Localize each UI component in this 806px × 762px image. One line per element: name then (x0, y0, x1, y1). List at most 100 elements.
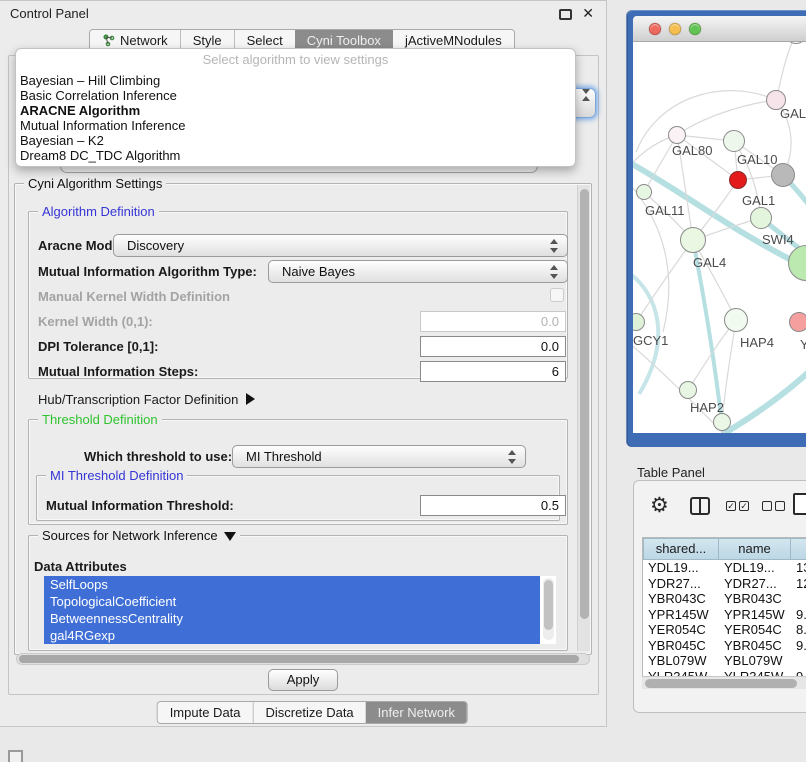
dropdown-item[interactable]: Mutual Information Inference (16, 118, 575, 133)
table-panel-title: Table Panel (637, 465, 705, 480)
table-panel-window: ⚙ ✓ ✓ shared... name A YDL19...YDL19...1… (633, 480, 806, 713)
table-row[interactable]: YER054CYER054C8. (643, 622, 806, 638)
combo-value: Discovery (127, 238, 184, 253)
node-label: GAL11 (645, 203, 685, 218)
network-view-window[interactable]: GAL GAL80 GAL10 GAL1 GAL11 SWI4 GAL4 GCY… (626, 10, 806, 447)
split-columns-icon[interactable] (690, 497, 710, 515)
network-icon (102, 34, 115, 47)
document-icon[interactable] (793, 493, 806, 515)
network-window-titlebar[interactable] (633, 16, 806, 42)
close-icon[interactable]: ✕ (582, 5, 594, 22)
settings-vertical-scrollbar[interactable] (577, 185, 590, 651)
which-threshold-label: Which threshold to use: (84, 449, 232, 464)
dropdown-item[interactable]: Bayesian – Hill Climbing (16, 73, 575, 88)
group-title: Threshold Definition (38, 412, 162, 427)
node-gal10[interactable] (723, 130, 745, 152)
dpi-tolerance-field[interactable]: 0.0 (420, 336, 566, 357)
table-toolbar: ⚙ ✓ ✓ (634, 481, 806, 537)
hub-section-toggle[interactable]: Hub/Transcription Factor Definition (38, 392, 255, 407)
dropdown-item-selected[interactable]: ARACNE Algorithm (16, 103, 575, 118)
apply-button[interactable]: Apply (268, 669, 338, 691)
manual-kernel-checkbox[interactable] (550, 288, 564, 302)
select-all-columns-icon[interactable]: ✓ ✓ (726, 501, 749, 511)
dropdown-item[interactable]: Basic Correlation Inference (16, 88, 575, 103)
node-label: GAL (780, 106, 806, 121)
network-canvas[interactable]: GAL GAL80 GAL10 GAL1 GAL11 SWI4 GAL4 GCY… (633, 42, 806, 433)
tab-label: Style (193, 33, 222, 48)
node-gal1-selected[interactable] (729, 171, 747, 189)
table-row[interactable]: YBR045CYBR045C9. (643, 638, 806, 654)
settings-horizontal-scrollbar[interactable] (16, 653, 590, 665)
unselect-all-columns-icon[interactable] (762, 501, 785, 511)
table-row[interactable]: YBL079WYBL079W (643, 653, 806, 669)
control-panel-title: Control Panel (10, 6, 89, 21)
node-gal4[interactable] (680, 227, 706, 253)
minimize-traffic-light[interactable] (669, 23, 681, 35)
mi-steps-label: Mutual Information Steps: (38, 364, 198, 379)
node-label: Y (800, 337, 806, 352)
attribute-item-selected[interactable]: TopologicalCoefficient (44, 593, 540, 610)
tab-label: Cyni Toolbox (307, 33, 381, 48)
gear-icon[interactable]: ⚙ (650, 495, 669, 517)
mi-threshold-field[interactable]: 0.5 (420, 495, 566, 516)
node-unlabeled-bottom[interactable] (713, 413, 731, 431)
which-threshold-combo[interactable]: MI Threshold (232, 445, 526, 468)
algorithm-dropdown-popup: Select algorithm to view settings Bayesi… (15, 48, 576, 167)
control-panel-window: Control Panel ✕ Network Style Select Cyn… (0, 0, 607, 727)
zoom-traffic-light[interactable] (689, 23, 701, 35)
node-label: HAP4 (740, 335, 774, 350)
node-label: HAP2 (690, 400, 724, 415)
spinner-arrows-icon (550, 264, 559, 280)
aracne-mode-label: Aracne Mode: (38, 238, 124, 253)
dropdown-prompt: Select algorithm to view settings (16, 49, 575, 73)
collapse-right-icon (246, 393, 255, 405)
node-label: SWI4 (762, 232, 794, 247)
node-y-partial[interactable] (789, 312, 806, 332)
column-header-shared-name[interactable]: shared... (643, 538, 719, 560)
table-horizontal-scrollbar[interactable] (642, 676, 806, 689)
table-row[interactable]: YPR145WYPR145W9. (643, 607, 806, 623)
node-hap2[interactable] (679, 381, 697, 399)
combo-value: Naive Bayes (282, 264, 355, 279)
table-row[interactable]: YDR27...YDR27...12 (643, 576, 806, 592)
close-traffic-light[interactable] (649, 23, 661, 35)
table-row[interactable]: YBR043CYBR043C (643, 591, 806, 607)
screen: Control Panel ✕ Network Style Select Cyn… (0, 0, 806, 762)
sources-toggle[interactable]: Sources for Network Inference (38, 528, 240, 543)
column-header-partial[interactable]: A (791, 538, 806, 560)
hub-section-label: Hub/Transcription Factor Definition (38, 392, 238, 407)
cyni-bottom-tabbar: Impute Data Discretize Data Infer Networ… (157, 701, 468, 724)
tab-impute-data[interactable]: Impute Data (158, 702, 253, 723)
tab-infer-network[interactable]: Infer Network (366, 702, 467, 723)
dropdown-item[interactable]: Bayesian – K2 (16, 133, 575, 148)
tab-label: jActiveMNodules (405, 33, 502, 48)
node-hap4[interactable] (724, 308, 748, 332)
node-gal80[interactable] (668, 126, 686, 144)
dropdown-item[interactable]: Dream8 DC_TDC Algorithm (16, 148, 575, 163)
collapse-down-icon (224, 532, 236, 541)
kernel-width-field[interactable]: 0.0 (420, 311, 566, 332)
attribute-item-selected[interactable]: gal4RGexp (44, 627, 540, 644)
node-swi4[interactable] (750, 207, 772, 229)
aracne-mode-combo[interactable]: Discovery (113, 234, 568, 257)
mi-type-combo[interactable]: Naive Bayes (268, 260, 568, 283)
node-gal11[interactable] (636, 184, 652, 200)
spinner-arrows-icon (508, 449, 517, 465)
node-label: GCY1 (633, 333, 668, 348)
group-title: Algorithm Definition (38, 204, 159, 219)
node-table[interactable]: shared... name A YDL19...YDL19...13 YDR2… (642, 537, 806, 683)
table-row[interactable]: YDL19...YDL19...13 (643, 560, 806, 576)
mi-threshold-label: Mutual Information Threshold: (46, 498, 234, 513)
tab-label: Network (120, 33, 168, 48)
list-vertical-scrollbar[interactable] (543, 578, 554, 640)
mi-steps-field[interactable]: 6 (420, 361, 566, 382)
attribute-item-selected[interactable]: BetweennessCentrality (44, 610, 540, 627)
data-attributes-list[interactable]: SelfLoops TopologicalCoefficient Between… (44, 576, 556, 644)
float-window-icon[interactable] (559, 9, 572, 20)
dpi-tolerance-label: DPI Tolerance [0,1]: (38, 339, 158, 354)
dock-panel-icon[interactable] (8, 750, 23, 762)
tab-discretize-data[interactable]: Discretize Data (253, 702, 366, 723)
attribute-item-selected[interactable]: SelfLoops (44, 576, 540, 593)
column-header-name[interactable]: name (719, 538, 791, 560)
manual-kernel-label: Manual Kernel Width Definition (38, 289, 230, 304)
